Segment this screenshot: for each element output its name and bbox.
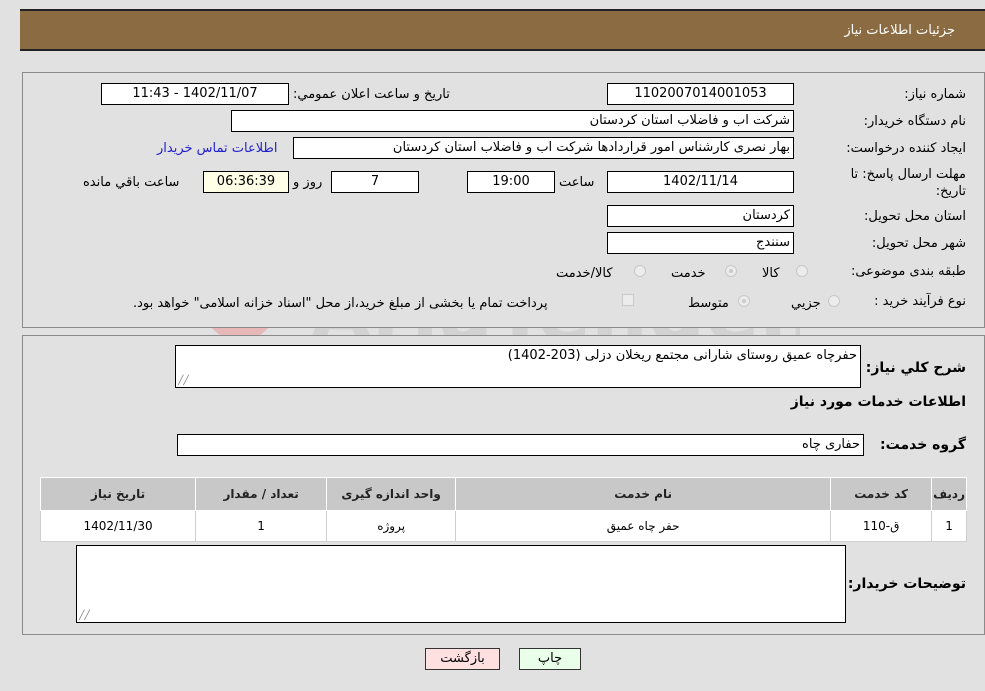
buyer-contact-link[interactable]: اطلاعات تماس خریدار	[157, 141, 277, 156]
days-remaining-field[interactable]: 7	[331, 171, 419, 193]
deadline-label: مهلت ارسال پاسخ: تا تاریخ:	[850, 167, 966, 199]
process-minor-label: جزیي	[791, 296, 821, 311]
col-header-service-code: کد خدمت	[830, 477, 933, 511]
buyer-org-field[interactable]: شرکت اب و فاضلاب استان کردستان	[231, 110, 794, 132]
city-field[interactable]: سنندج	[607, 232, 794, 254]
time-remaining-label: ساعت باقي مانده	[83, 175, 180, 190]
resize-grip-icon[interactable]: ╱╱	[178, 376, 189, 386]
col-header-need-date: تاریخ نیاز	[39, 477, 197, 511]
creator-label: ایجاد کننده درخواست:	[846, 141, 966, 156]
col-header-quantity: تعداد / مقدار	[195, 477, 328, 511]
description-text: حفرچاه عمیق روستای شارانی مجتمع ریخلان د…	[507, 348, 857, 363]
category-goods-service-label: کالا/خدمت	[556, 266, 613, 281]
treasury-checkbox[interactable]	[622, 294, 634, 306]
col-header-unit: واحد اندازه گیری	[326, 477, 457, 511]
service-group-field[interactable]: حفاری چاه	[177, 434, 864, 456]
resize-grip-icon[interactable]: ╱╱	[79, 611, 90, 621]
deadline-time-field[interactable]: 19:00	[467, 171, 555, 193]
cell-quantity: 1	[195, 510, 328, 542]
services-heading: اطلاعات خدمات مورد نیاز	[790, 394, 966, 410]
process-type-label: نوع فرآیند خرید :	[874, 294, 966, 309]
service-details-panel: شرح کلي نیاز: حفرچاه عمیق روستای شارانی …	[22, 335, 985, 635]
need-number-label: شماره نیاز:	[904, 87, 966, 102]
category-service-radio[interactable]	[725, 265, 737, 277]
days-label: روز و	[293, 175, 323, 190]
cell-row-number: 1	[931, 510, 967, 542]
deadline-date-field[interactable]: 1402/11/14	[607, 171, 794, 193]
deadline-time-label: ساعت	[559, 175, 595, 190]
process-medium-radio[interactable]	[738, 295, 750, 307]
province-label: استان محل تحویل:	[864, 209, 966, 224]
announce-label: تاریخ و ساعت اعلان عمومي:	[293, 87, 450, 102]
services-table: ردیف کد خدمت نام خدمت واحد اندازه گیری ت…	[39, 477, 967, 542]
category-service-label: خدمت	[671, 266, 706, 281]
time-remaining-field[interactable]: 06:36:39	[203, 171, 289, 193]
cell-unit: پروژه	[326, 510, 457, 542]
city-label: شهر محل تحویل:	[871, 236, 966, 251]
table-row: 1 ق-110 حفر چاه عمیق پروژه 1 1402/11/30	[39, 510, 967, 542]
description-label: شرح کلي نیاز:	[865, 360, 966, 376]
cell-service-code: ق-110	[830, 510, 933, 542]
need-number-field[interactable]: 1102007014001053	[607, 83, 794, 105]
buyer-notes-textarea[interactable]: ╱╱	[76, 545, 846, 623]
table-header-row: ردیف کد خدمت نام خدمت واحد اندازه گیری ت…	[39, 477, 967, 511]
need-info-panel: شماره نیاز: 1102007014001053 تاریخ و ساع…	[22, 72, 985, 328]
buyer-org-label: نام دستگاه خریدار:	[863, 114, 966, 129]
announce-datetime-field[interactable]: 1402/11/07 - 11:43	[101, 83, 289, 105]
process-minor-radio[interactable]	[828, 295, 840, 307]
category-goods-label: کالا	[762, 266, 780, 281]
cell-need-date: 1402/11/30	[39, 510, 197, 542]
category-goods-radio[interactable]	[796, 265, 808, 277]
description-textarea[interactable]: حفرچاه عمیق روستای شارانی مجتمع ریخلان د…	[175, 345, 861, 388]
treasury-note: پرداخت تمام یا بخشی از مبلغ خرید،از محل …	[133, 296, 548, 311]
print-button[interactable]: چاپ	[519, 648, 581, 670]
service-group-label: گروه خدمت:	[880, 437, 966, 453]
page-header: جزئیات اطلاعات نیاز	[20, 9, 985, 51]
category-label: طبقه بندی موضوعی:	[850, 264, 966, 279]
col-header-row-number: ردیف	[931, 477, 967, 511]
col-header-service-name: نام خدمت	[455, 477, 832, 511]
province-field[interactable]: کردستان	[607, 205, 794, 227]
page-title: جزئیات اطلاعات نیاز	[844, 23, 955, 38]
buyer-notes-label: توضیحات خریدار:	[847, 576, 966, 592]
process-medium-label: متوسط	[688, 296, 729, 311]
back-button[interactable]: بازگشت	[425, 648, 500, 670]
creator-field[interactable]: بهار نصری کارشناس امور قراردادها شرکت اب…	[293, 137, 794, 159]
cell-service-name: حفر چاه عمیق	[455, 510, 832, 542]
category-goods-service-radio[interactable]	[634, 265, 646, 277]
